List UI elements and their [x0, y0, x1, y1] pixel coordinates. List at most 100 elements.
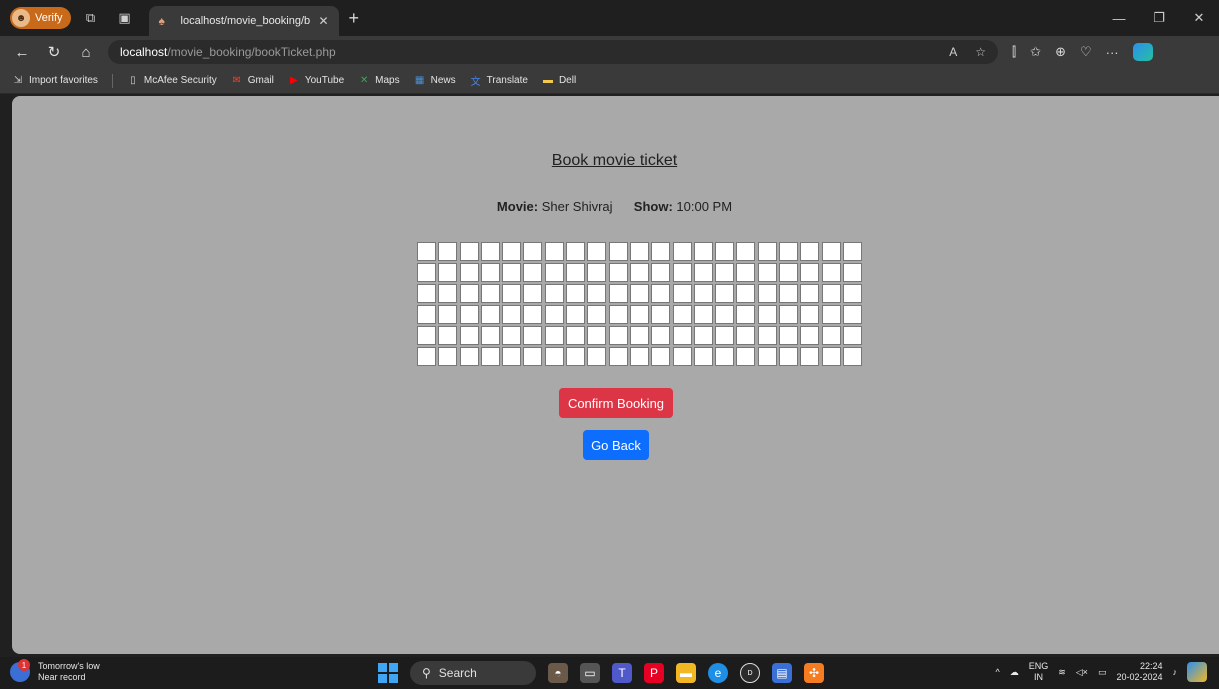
seat-checkbox[interactable]: [523, 305, 543, 324]
seat-checkbox[interactable]: [417, 326, 436, 345]
xampp-icon[interactable]: ✣: [804, 663, 824, 683]
seat-checkbox[interactable]: [459, 347, 479, 366]
seat-checkbox[interactable]: [502, 347, 522, 366]
seat-checkbox[interactable]: [523, 263, 543, 282]
seat-checkbox[interactable]: [438, 305, 458, 324]
seat-checkbox[interactable]: [842, 263, 862, 282]
file-explorer-icon[interactable]: ▬: [676, 663, 696, 683]
seat-checkbox[interactable]: [523, 242, 543, 261]
seat-checkbox[interactable]: [693, 263, 713, 282]
close-tab-icon[interactable]: ✕: [318, 14, 328, 28]
widget-cake-icon[interactable]: ◓: [548, 663, 568, 683]
seat-checkbox[interactable]: [736, 305, 756, 324]
edge-icon[interactable]: e: [708, 663, 728, 683]
seat-checkbox[interactable]: [842, 284, 862, 303]
seat-checkbox[interactable]: [480, 242, 500, 261]
seat-checkbox[interactable]: [523, 347, 543, 366]
seat-checkbox[interactable]: [757, 347, 777, 366]
seat-checkbox[interactable]: [757, 305, 777, 324]
language-indicator[interactable]: ENG IN: [1029, 661, 1049, 683]
seat-checkbox[interactable]: [842, 305, 862, 324]
seat-checkbox[interactable]: [651, 305, 671, 324]
seat-checkbox[interactable]: [438, 263, 458, 282]
seat-checkbox[interactable]: [523, 326, 543, 345]
seat-checkbox[interactable]: [715, 347, 735, 366]
seat-checkbox[interactable]: [757, 263, 777, 282]
seat-checkbox[interactable]: [651, 242, 671, 261]
seat-checkbox[interactable]: [459, 284, 479, 303]
seat-checkbox[interactable]: [715, 263, 735, 282]
seat-checkbox[interactable]: [629, 284, 649, 303]
seat-checkbox[interactable]: [417, 284, 436, 303]
seat-checkbox[interactable]: [502, 305, 522, 324]
seat-checkbox[interactable]: [459, 263, 479, 282]
volume-icon[interactable]: ◁×: [1076, 667, 1088, 678]
seat-checkbox[interactable]: [544, 263, 564, 282]
new-tab-icon[interactable]: +: [349, 8, 360, 29]
seat-checkbox[interactable]: [821, 326, 841, 345]
clock[interactable]: 22:24 20-02-2024: [1116, 661, 1162, 683]
seat-checkbox[interactable]: [672, 326, 692, 345]
seat-checkbox[interactable]: [779, 284, 799, 303]
seat-checkbox[interactable]: [736, 263, 756, 282]
seat-checkbox[interactable]: [544, 284, 564, 303]
seat-checkbox[interactable]: [544, 242, 564, 261]
seat-checkbox[interactable]: [693, 347, 713, 366]
favorites-icon[interactable]: ✩: [1030, 44, 1041, 60]
seat-checkbox[interactable]: [502, 284, 522, 303]
close-window-icon[interactable]: ✕: [1179, 0, 1219, 36]
seat-checkbox[interactable]: [693, 284, 713, 303]
seat-checkbox[interactable]: [693, 242, 713, 261]
seat-checkbox[interactable]: [566, 347, 586, 366]
seat-checkbox[interactable]: [566, 242, 586, 261]
seat-checkbox[interactable]: [629, 326, 649, 345]
seat-checkbox[interactable]: [608, 347, 628, 366]
seat-checkbox[interactable]: [672, 305, 692, 324]
seat-checkbox[interactable]: [587, 326, 607, 345]
seat-checkbox[interactable]: [608, 284, 628, 303]
chevron-up-icon[interactable]: ^: [995, 667, 999, 677]
seat-checkbox[interactable]: [608, 263, 628, 282]
taskbar-search[interactable]: ⚲ Search: [410, 661, 536, 685]
seat-checkbox[interactable]: [438, 326, 458, 345]
seat-checkbox[interactable]: [842, 347, 862, 366]
seat-checkbox[interactable]: [629, 305, 649, 324]
seat-checkbox[interactable]: [715, 326, 735, 345]
bell-icon[interactable]: ♪: [1173, 667, 1178, 677]
tab-actions-icon[interactable]: ▣: [111, 4, 139, 32]
seat-checkbox[interactable]: [715, 305, 735, 324]
seat-checkbox[interactable]: [779, 347, 799, 366]
seat-checkbox[interactable]: [459, 305, 479, 324]
task-view-icon[interactable]: ▭: [580, 663, 600, 683]
seat-checkbox[interactable]: [566, 305, 586, 324]
wifi-icon[interactable]: ≋: [1058, 667, 1066, 678]
seat-checkbox[interactable]: [417, 347, 436, 366]
seat-checkbox[interactable]: [715, 284, 735, 303]
seat-checkbox[interactable]: [672, 263, 692, 282]
weather-widget[interactable]: 1 Tomorrow's low Near record: [10, 659, 100, 683]
seat-checkbox[interactable]: [459, 242, 479, 261]
seat-checkbox[interactable]: [821, 305, 841, 324]
seat-checkbox[interactable]: [736, 284, 756, 303]
seat-checkbox[interactable]: [417, 263, 436, 282]
seat-checkbox[interactable]: [608, 305, 628, 324]
seat-checkbox[interactable]: [715, 242, 735, 261]
seat-checkbox[interactable]: [566, 284, 586, 303]
seat-checkbox[interactable]: [736, 326, 756, 345]
seat-checkbox[interactable]: [651, 284, 671, 303]
seat-checkbox[interactable]: [480, 263, 500, 282]
seat-checkbox[interactable]: [523, 284, 543, 303]
seat-checkbox[interactable]: [693, 326, 713, 345]
seat-checkbox[interactable]: [587, 305, 607, 324]
seat-checkbox[interactable]: [800, 263, 820, 282]
favorite-item[interactable]: 文 Translate: [470, 75, 528, 88]
seat-checkbox[interactable]: [502, 242, 522, 261]
favorite-item[interactable]: ✕ Maps: [358, 75, 400, 87]
seat-checkbox[interactable]: [800, 242, 820, 261]
seat-checkbox[interactable]: [587, 263, 607, 282]
favorite-item[interactable]: ▦ News: [414, 75, 456, 87]
seat-checkbox[interactable]: [821, 242, 841, 261]
battery-icon[interactable]: ▭: [1098, 667, 1107, 678]
split-screen-icon[interactable]: ⫿: [1012, 44, 1016, 60]
restore-icon[interactable]: ❐: [1139, 0, 1179, 36]
